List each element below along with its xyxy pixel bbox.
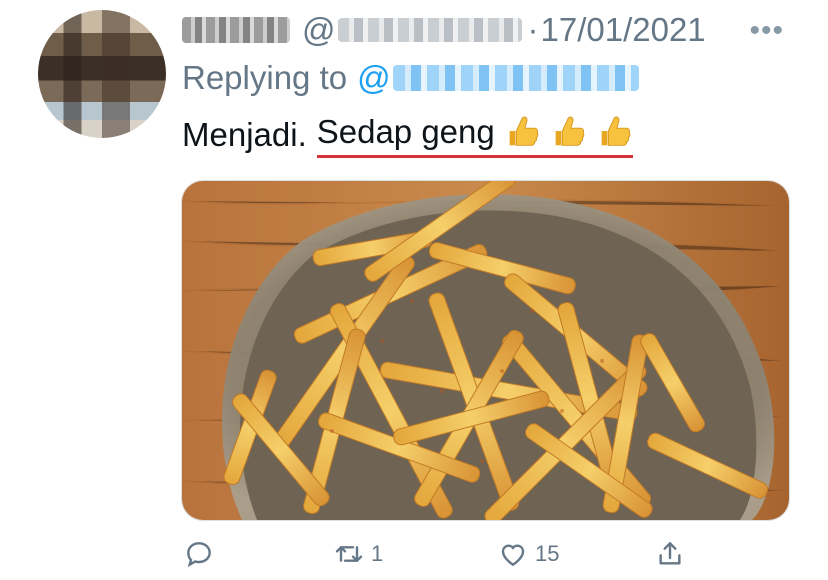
french-fries-image [182,181,789,520]
separator-dot: · [527,11,539,48]
redacted-display-name[interactable] [182,17,290,43]
reply-at-symbol: @ [357,59,391,96]
tweet-date[interactable]: 17/01/2021 [541,11,706,49]
tweet-actions: 1 15 [0,532,828,580]
replying-to-label: Replying to [182,59,348,96]
tweet-header: @ · 17/01/2021 [182,11,706,49]
share-button[interactable] [654,538,686,570]
retweet-count: 1 [371,541,384,566]
share-icon [659,542,681,565]
tweet-text-underlined: Sedap geng [316,112,633,158]
redacted-reply-username[interactable] [392,65,639,91]
reply-mention-link[interactable]: @ [357,59,391,97]
heart-icon [501,544,525,567]
like-count: 15 [535,541,560,566]
at-symbol: @ [302,11,336,48]
thumbs-up-icon [601,116,631,146]
tweet-text-underlined-words: Sedap geng [316,112,495,150]
tweet-text: Menjadi. Sedap geng [182,112,633,158]
more-options-icon[interactable]: ••• [749,14,784,48]
replying-to-line: Replying to @ [182,58,639,98]
tweet-text-plain: Menjadi. [182,116,307,153]
thumbs-up-icon [509,116,539,146]
reply-button[interactable] [183,538,221,570]
thumbs-up-icon [555,116,585,146]
avatar[interactable] [38,10,166,138]
retweet-button[interactable]: 1 [333,538,383,570]
redacted-username[interactable] [337,18,522,42]
tweet-photo[interactable] [181,180,790,521]
retweet-icon [335,546,363,562]
like-button[interactable]: 15 [497,538,559,570]
reply-icon [187,542,211,568]
